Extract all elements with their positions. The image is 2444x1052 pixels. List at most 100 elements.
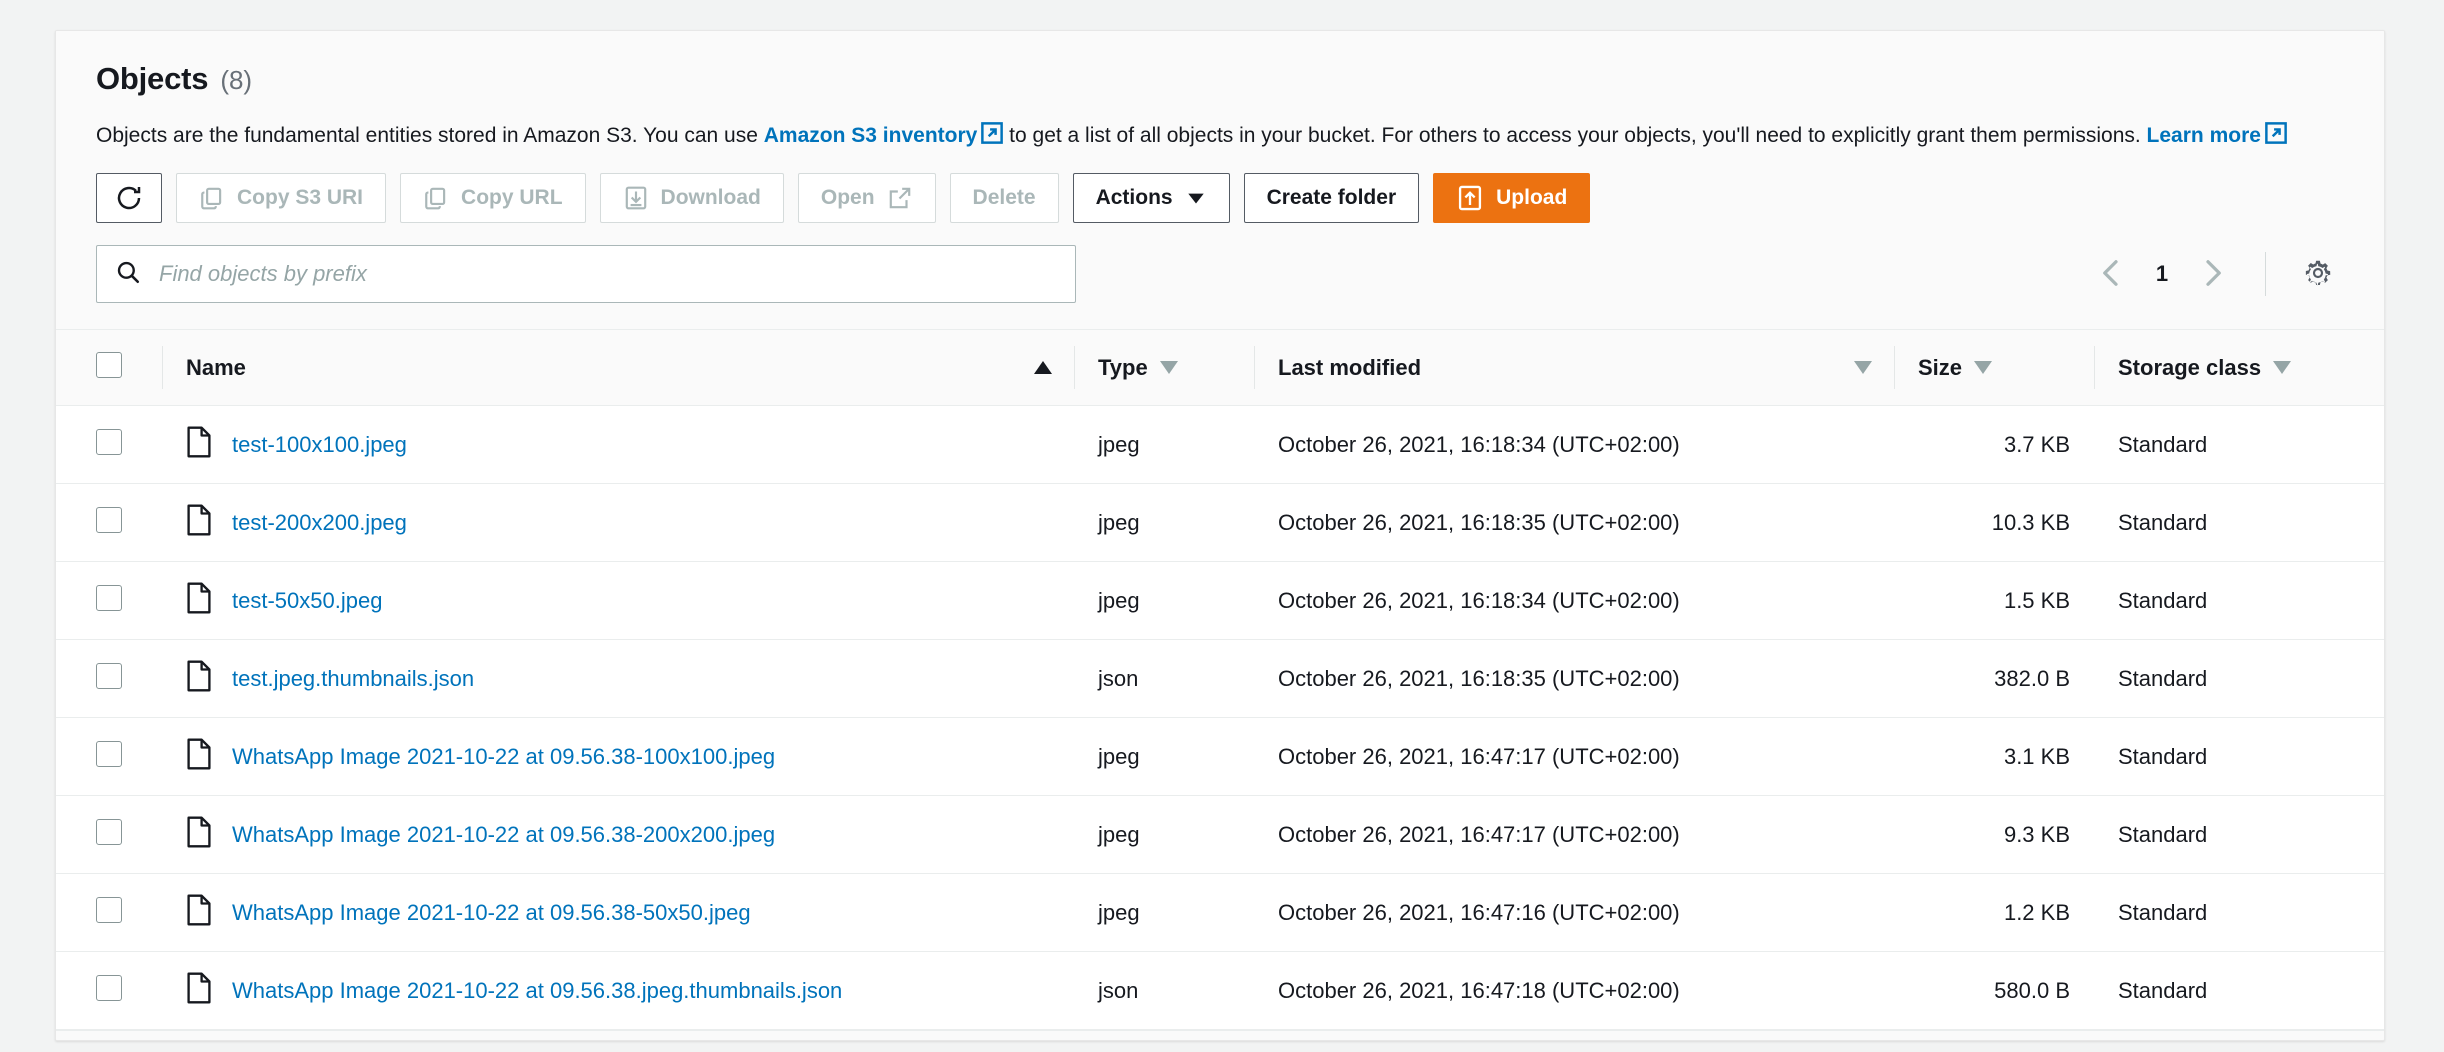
object-name-link[interactable]: WhatsApp Image 2021-10-22 at 09.56.38-20… bbox=[232, 822, 775, 848]
object-name-link[interactable]: WhatsApp Image 2021-10-22 at 09.56.38-50… bbox=[232, 900, 751, 926]
objects-table: Name Type Last modified Size Storage cla… bbox=[56, 329, 2384, 1031]
table-row[interactable]: WhatsApp Image 2021-10-22 at 09.56.38.jp… bbox=[56, 951, 2384, 1031]
row-last-modified-cell: October 26, 2021, 16:18:35 (UTC+02:00) bbox=[1254, 483, 1894, 563]
row-name-cell: WhatsApp Image 2021-10-22 at 09.56.38.jp… bbox=[162, 951, 1074, 1031]
search-box[interactable] bbox=[96, 245, 1076, 304]
header-type[interactable]: Type bbox=[1074, 329, 1254, 407]
table-row[interactable]: test-100x100.jpeg jpeg October 26, 2021,… bbox=[56, 405, 2384, 485]
row-select-cell bbox=[56, 405, 162, 485]
table-row[interactable]: WhatsApp Image 2021-10-22 at 09.56.38-50… bbox=[56, 873, 2384, 953]
filter-row: 1 bbox=[96, 245, 2344, 329]
table-row[interactable]: test-200x200.jpeg jpeg October 26, 2021,… bbox=[56, 483, 2384, 563]
row-storage-class-cell: Standard bbox=[2094, 873, 2384, 953]
next-page-button[interactable] bbox=[2187, 248, 2239, 300]
table-row[interactable]: test.jpeg.thumbnails.json json October 2… bbox=[56, 639, 2384, 719]
title-row: Objects (8) bbox=[96, 61, 2344, 97]
row-checkbox[interactable] bbox=[96, 662, 122, 689]
select-all-checkbox[interactable] bbox=[96, 351, 122, 378]
row-storage-class-cell: Standard bbox=[2094, 405, 2384, 485]
copy-url-button[interactable]: Copy URL bbox=[400, 173, 586, 224]
row-type-cell: jpeg bbox=[1074, 561, 1254, 641]
row-checkbox[interactable] bbox=[96, 428, 122, 455]
row-checkbox[interactable] bbox=[96, 740, 122, 767]
create-folder-label: Create folder bbox=[1266, 186, 1397, 210]
row-type-cell: jpeg bbox=[1074, 795, 1254, 875]
actions-button[interactable]: Actions bbox=[1072, 173, 1230, 224]
file-icon bbox=[186, 738, 212, 776]
search-input[interactable] bbox=[157, 260, 1057, 289]
page-number-1[interactable]: 1 bbox=[2145, 261, 2179, 287]
row-name-cell: test.jpeg.thumbnails.json bbox=[162, 639, 1074, 719]
sort-none-icon bbox=[2273, 361, 2292, 375]
object-name-link[interactable]: test-50x50.jpeg bbox=[232, 588, 382, 614]
table-row[interactable]: test-50x50.jpeg jpeg October 26, 2021, 1… bbox=[56, 561, 2384, 641]
preferences-button[interactable] bbox=[2292, 248, 2344, 300]
header-storage-class[interactable]: Storage class bbox=[2094, 329, 2384, 407]
amazon-s3-inventory-link[interactable]: Amazon S3 inventory bbox=[764, 124, 978, 147]
table-head: Name Type Last modified Size Storage cla… bbox=[56, 329, 2384, 407]
search-icon bbox=[115, 259, 141, 290]
row-select-cell bbox=[56, 873, 162, 953]
description-text-1: Objects are the fundamental entities sto… bbox=[96, 124, 764, 147]
row-checkbox[interactable] bbox=[96, 506, 122, 533]
row-checkbox[interactable] bbox=[96, 818, 122, 845]
row-checkbox[interactable] bbox=[96, 974, 122, 1001]
learn-more-link[interactable]: Learn more bbox=[2147, 124, 2261, 147]
objects-toolbar: Copy S3 URI Copy URL Download Open Delet… bbox=[96, 173, 2344, 224]
delete-button[interactable]: Delete bbox=[949, 173, 1059, 224]
row-size-cell: 3.7 KB bbox=[1894, 405, 2094, 485]
chevron-down-icon bbox=[1185, 187, 1207, 209]
copy-s3-uri-label: Copy S3 URI bbox=[237, 186, 364, 210]
open-button[interactable]: Open bbox=[797, 173, 936, 224]
object-name-link[interactable]: test-100x100.jpeg bbox=[232, 432, 407, 458]
file-icon bbox=[186, 504, 212, 542]
table-footer bbox=[56, 1030, 2384, 1041]
external-link-icon[interactable] bbox=[2265, 121, 2287, 155]
copy-icon bbox=[199, 185, 225, 211]
row-name-cell: WhatsApp Image 2021-10-22 at 09.56.38-20… bbox=[162, 795, 1074, 875]
table-header-row: Name Type Last modified Size Storage cla… bbox=[56, 329, 2384, 407]
row-type-cell: jpeg bbox=[1074, 717, 1254, 797]
sort-none-icon bbox=[1854, 361, 1872, 375]
row-last-modified-cell: October 26, 2021, 16:47:17 (UTC+02:00) bbox=[1254, 717, 1894, 797]
row-size-cell: 3.1 KB bbox=[1894, 717, 2094, 797]
upload-button[interactable]: Upload bbox=[1433, 173, 1591, 224]
row-storage-class-cell: Standard bbox=[2094, 639, 2384, 719]
row-checkbox[interactable] bbox=[96, 896, 122, 923]
pager-divider bbox=[2265, 252, 2266, 297]
row-type-cell: jpeg bbox=[1074, 873, 1254, 953]
row-select-cell bbox=[56, 639, 162, 719]
object-name-link[interactable]: WhatsApp Image 2021-10-22 at 09.56.38-10… bbox=[232, 744, 775, 770]
row-storage-class-cell: Standard bbox=[2094, 795, 2384, 875]
row-checkbox[interactable] bbox=[96, 584, 122, 611]
object-name-link[interactable]: test-200x200.jpeg bbox=[232, 510, 407, 536]
table-row[interactable]: WhatsApp Image 2021-10-22 at 09.56.38-10… bbox=[56, 717, 2384, 797]
row-size-cell: 382.0 B bbox=[1894, 639, 2094, 719]
create-folder-button[interactable]: Create folder bbox=[1243, 173, 1420, 224]
open-label: Open bbox=[820, 186, 875, 210]
header-last-modified[interactable]: Last modified bbox=[1254, 329, 1894, 407]
file-icon bbox=[186, 894, 212, 932]
refresh-icon bbox=[114, 183, 144, 213]
download-button[interactable]: Download bbox=[599, 173, 784, 224]
sort-ascending-icon bbox=[1034, 361, 1052, 375]
object-name-link[interactable]: test.jpeg.thumbnails.json bbox=[232, 666, 474, 692]
copy-s3-uri-button[interactable]: Copy S3 URI bbox=[176, 173, 387, 224]
header-name[interactable]: Name bbox=[162, 329, 1074, 407]
row-select-cell bbox=[56, 483, 162, 563]
header-last-modified-label: Last modified bbox=[1278, 354, 1422, 380]
chevron-left-icon bbox=[2098, 258, 2124, 291]
table-row[interactable]: WhatsApp Image 2021-10-22 at 09.56.38-20… bbox=[56, 795, 2384, 875]
row-select-cell bbox=[56, 717, 162, 797]
object-name-link[interactable]: WhatsApp Image 2021-10-22 at 09.56.38.jp… bbox=[232, 978, 842, 1004]
copy-icon bbox=[423, 185, 449, 211]
page-root: Objects (8) Objects are the fundamental … bbox=[0, 0, 2444, 1052]
download-label: Download bbox=[660, 186, 761, 210]
external-link-icon[interactable] bbox=[981, 121, 1004, 155]
page-title: Objects bbox=[96, 61, 209, 96]
previous-page-button[interactable] bbox=[2085, 248, 2137, 300]
row-size-cell: 10.3 KB bbox=[1894, 483, 2094, 563]
refresh-button[interactable] bbox=[96, 173, 162, 224]
header-size[interactable]: Size bbox=[1894, 329, 2094, 407]
file-icon bbox=[186, 816, 212, 854]
